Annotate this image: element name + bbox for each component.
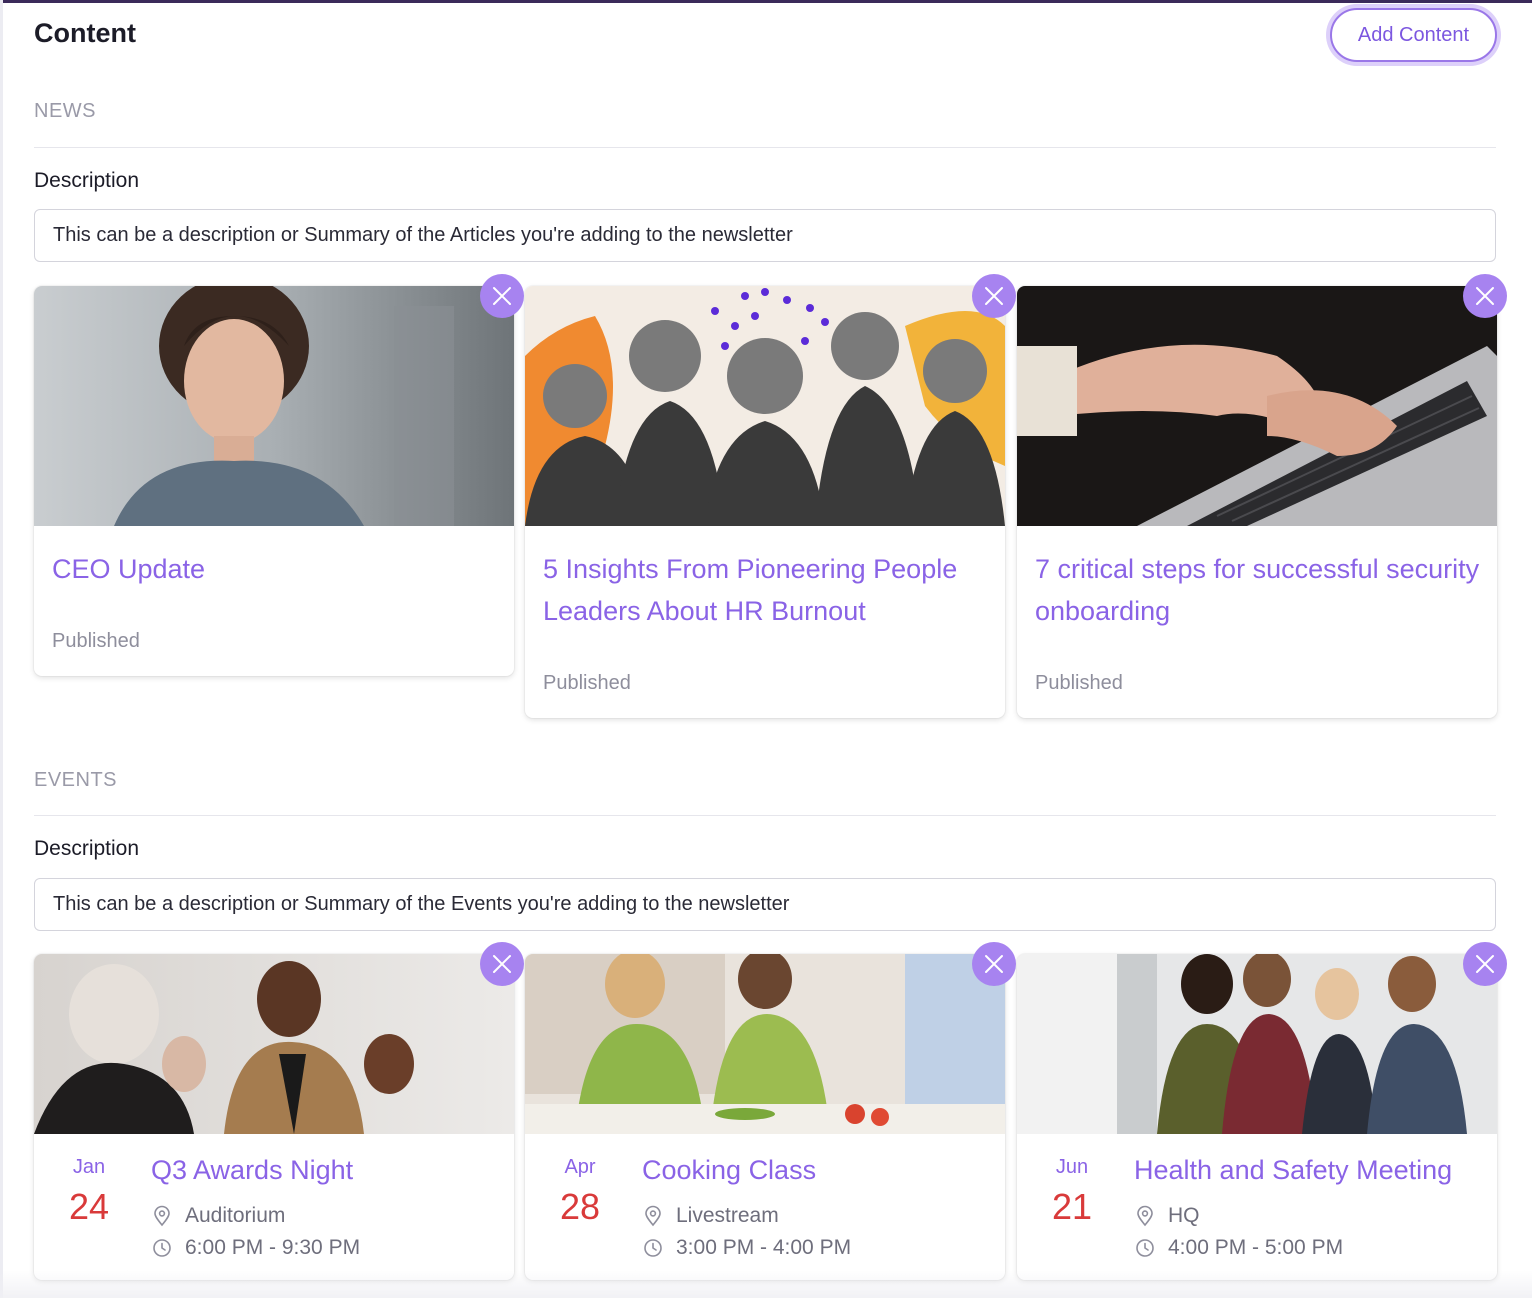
event-card[interactable]: Jun 21 Health and Safety Meeting HQ 4:00…	[1017, 954, 1497, 1280]
event-date-month: Apr	[564, 1156, 596, 1178]
event-location-text: HQ	[1168, 1204, 1200, 1227]
remove-article-button[interactable]	[1463, 274, 1507, 318]
event-date-month: Jan	[72, 1156, 106, 1178]
close-icon	[493, 287, 511, 305]
event-image-office-meeting	[1017, 954, 1497, 1134]
event-location-text: Auditorium	[185, 1204, 286, 1227]
remove-article-button[interactable]	[480, 274, 524, 318]
event-time: 4:00 PM - 5:00 PM	[1134, 1236, 1343, 1260]
article-image-people-leaders	[525, 286, 1005, 526]
article-status: Published	[543, 672, 631, 694]
clock-icon	[151, 1237, 173, 1259]
close-icon	[985, 955, 1003, 973]
article-card[interactable]: 5 Insights From Pioneering People Leader…	[525, 286, 1005, 718]
article-card[interactable]: 7 critical steps for successful security…	[1017, 286, 1497, 718]
event-time: 3:00 PM - 4:00 PM	[642, 1236, 851, 1260]
news-description-input[interactable]	[34, 209, 1496, 262]
event-date-day: 28	[559, 1186, 601, 1227]
article-image-woman-portrait	[34, 286, 514, 526]
event-title[interactable]: Cooking Class	[642, 1155, 816, 1186]
close-icon	[1476, 955, 1494, 973]
event-image-awards-clapping	[34, 954, 514, 1134]
window-top-border	[0, 0, 1532, 3]
event-location: Auditorium	[151, 1204, 285, 1228]
event-location: Livestream	[642, 1204, 779, 1228]
events-divider	[34, 815, 1496, 816]
events-description-input[interactable]	[34, 878, 1496, 931]
page-title: Content	[34, 18, 136, 48]
close-icon	[493, 955, 511, 973]
event-date-day: 24	[68, 1186, 110, 1227]
events-description-label: Description	[34, 837, 140, 860]
news-divider	[34, 147, 1496, 148]
remove-article-button[interactable]	[972, 274, 1016, 318]
event-location-text: Livestream	[676, 1204, 779, 1227]
article-title[interactable]: CEO Update	[52, 548, 497, 590]
close-icon	[985, 287, 1003, 305]
article-status: Published	[1035, 672, 1123, 694]
window-left-border	[0, 0, 3, 1298]
event-card[interactable]: Jan 24 Q3 Awards Night Auditorium 6:00 P…	[34, 954, 514, 1280]
event-date-day: 21	[1051, 1186, 1093, 1227]
map-pin-icon	[1134, 1205, 1156, 1227]
article-title[interactable]: 5 Insights From Pioneering People Leader…	[543, 548, 988, 632]
add-content-button[interactable]: Add Content	[1330, 8, 1497, 62]
article-status: Published	[52, 630, 140, 652]
event-image-cooking-class	[525, 954, 1005, 1134]
map-pin-icon	[642, 1205, 664, 1227]
event-time-text: 4:00 PM - 5:00 PM	[1168, 1236, 1344, 1259]
remove-event-button[interactable]	[480, 942, 524, 986]
event-time: 6:00 PM - 9:30 PM	[151, 1236, 360, 1260]
clock-icon	[1134, 1237, 1156, 1259]
article-image-laptop-typing	[1017, 286, 1497, 526]
article-card[interactable]: CEO Update Published	[34, 286, 514, 676]
event-card[interactable]: Apr 28 Cooking Class Livestream 3:00 PM …	[525, 954, 1005, 1280]
map-pin-icon	[151, 1205, 173, 1227]
event-location: HQ	[1134, 1204, 1200, 1228]
event-title[interactable]: Health and Safety Meeting	[1134, 1155, 1452, 1186]
clock-icon	[642, 1237, 664, 1259]
events-section-label: EVENTS	[34, 769, 118, 791]
event-time-text: 6:00 PM - 9:30 PM	[185, 1236, 361, 1259]
close-icon	[1476, 287, 1494, 305]
article-title[interactable]: 7 critical steps for successful security…	[1035, 548, 1480, 632]
event-date-month: Jun	[1055, 1156, 1089, 1178]
remove-event-button[interactable]	[972, 942, 1016, 986]
news-description-label: Description	[34, 169, 140, 192]
remove-event-button[interactable]	[1463, 942, 1507, 986]
event-title[interactable]: Q3 Awards Night	[151, 1155, 353, 1186]
bottom-scroll-fade	[0, 1270, 1532, 1298]
event-time-text: 3:00 PM - 4:00 PM	[676, 1236, 852, 1259]
news-section-label: NEWS	[34, 100, 96, 122]
